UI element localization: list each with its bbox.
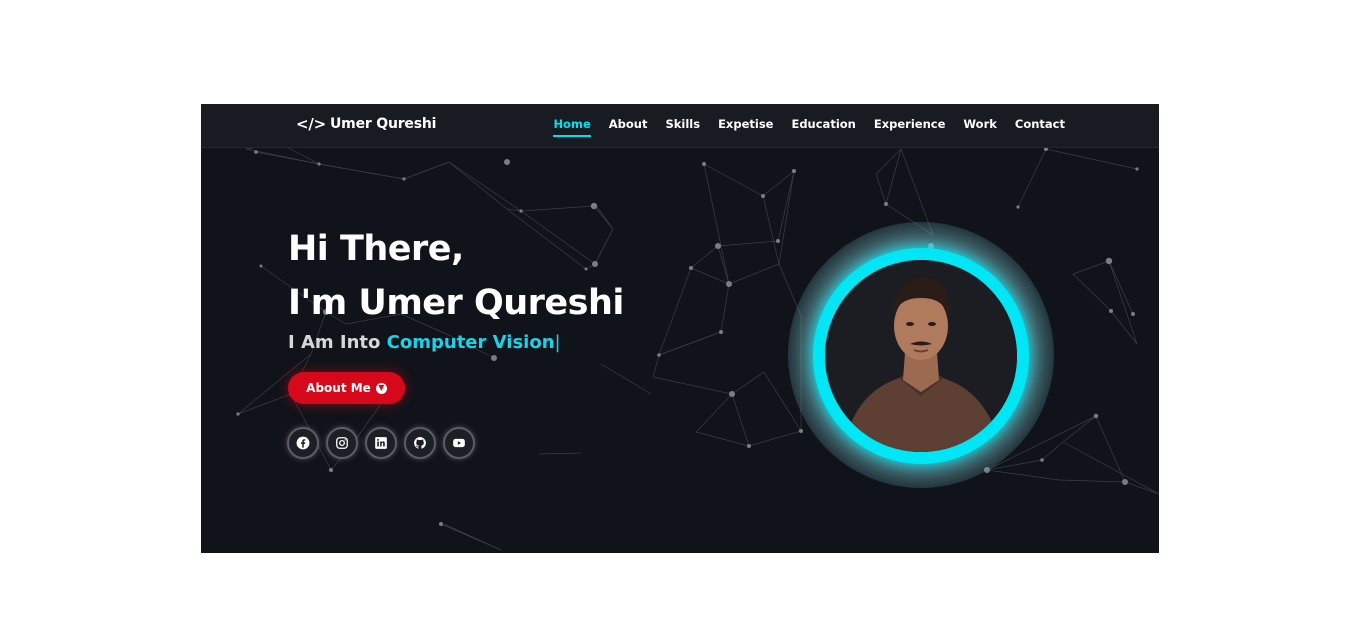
about-me-button[interactable]: About Me ▼ (288, 372, 405, 404)
linkedin-link[interactable] (365, 427, 397, 459)
nav-skills[interactable]: Skills (665, 117, 700, 137)
nav-education[interactable]: Education (791, 117, 855, 137)
hero-section: </> Umer Qureshi Home About Skills Expet… (201, 104, 1159, 553)
typing-cursor: | (554, 332, 561, 353)
profile-avatar (825, 260, 1017, 452)
typing-prefix: I Am Into (288, 332, 387, 353)
facebook-icon (296, 436, 310, 450)
instagram-icon (336, 437, 348, 449)
code-icon: </> (296, 115, 327, 133)
typing-text: I Am Into Computer Vision| (288, 332, 561, 353)
hero-heading: Hi There, I'm Umer Qureshi (288, 222, 624, 330)
linkedin-icon (375, 437, 387, 449)
typing-highlight: Computer Vision (386, 332, 555, 353)
person-portrait (825, 260, 1017, 452)
about-me-label: About Me (306, 381, 371, 395)
arrow-down-circle-icon: ▼ (375, 382, 387, 394)
main-nav: Home About Skills Expetise Education Exp… (553, 117, 1065, 137)
hero-greeting: Hi There, (288, 229, 464, 269)
nav-work[interactable]: Work (963, 117, 997, 137)
nav-experience[interactable]: Experience (874, 117, 946, 137)
youtube-link[interactable] (443, 427, 475, 459)
facebook-link[interactable] (287, 427, 319, 459)
instagram-link[interactable] (326, 427, 358, 459)
youtube-icon (453, 438, 465, 448)
github-icon (414, 437, 426, 449)
hero-name: I'm Umer Qureshi (288, 283, 624, 323)
nav-contact[interactable]: Contact (1015, 117, 1065, 137)
nav-expertise[interactable]: Expetise (718, 117, 773, 137)
nav-home[interactable]: Home (553, 117, 591, 137)
nav-about[interactable]: About (609, 117, 648, 137)
logo-text: Umer Qureshi (330, 116, 437, 132)
site-logo[interactable]: </> Umer Qureshi (296, 115, 436, 133)
github-link[interactable] (404, 427, 436, 459)
social-links (287, 427, 475, 459)
site-header: </> Umer Qureshi Home About Skills Expet… (201, 104, 1159, 148)
